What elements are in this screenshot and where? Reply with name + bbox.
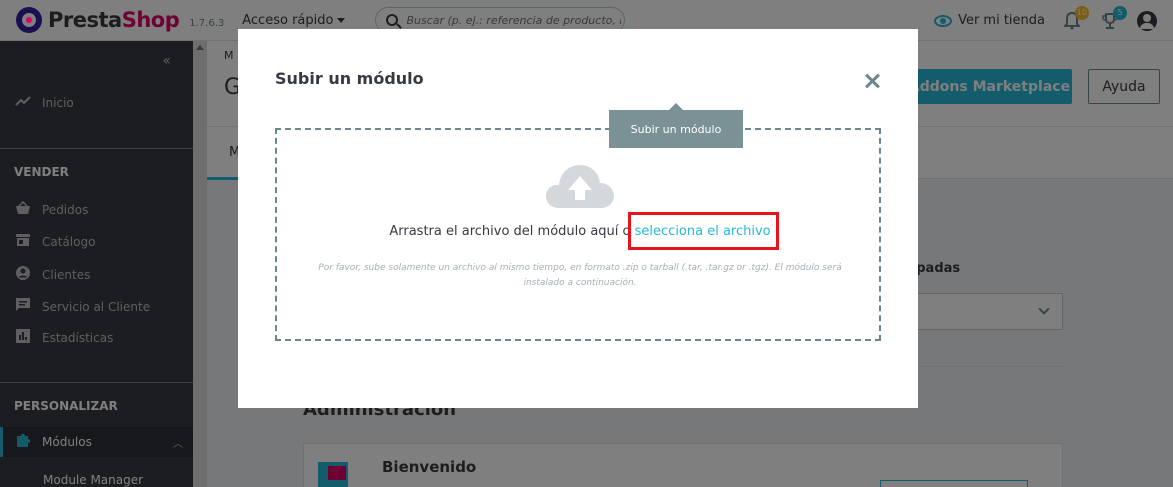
dropzone-instruction: Arrastra el archivo del módulo aquí o <box>389 224 635 239</box>
modal-title: Subir un módulo <box>275 69 424 88</box>
upload-module-modal: Subir un módulo Arrastra el archivo del … <box>238 29 918 408</box>
upload-tooltip: Subir un módulo <box>609 103 743 148</box>
module-dropzone[interactable]: Arrastra el archivo del módulo aquí o se… <box>275 128 881 341</box>
close-icon[interactable] <box>862 71 882 91</box>
cloud-upload-icon <box>546 165 614 208</box>
dropzone-hint: Por favor, sube solamente un archivo al … <box>318 263 842 288</box>
dropzone-text: Arrastra el archivo del módulo aquí o se… <box>277 224 883 239</box>
highlight-annotation <box>628 212 779 250</box>
